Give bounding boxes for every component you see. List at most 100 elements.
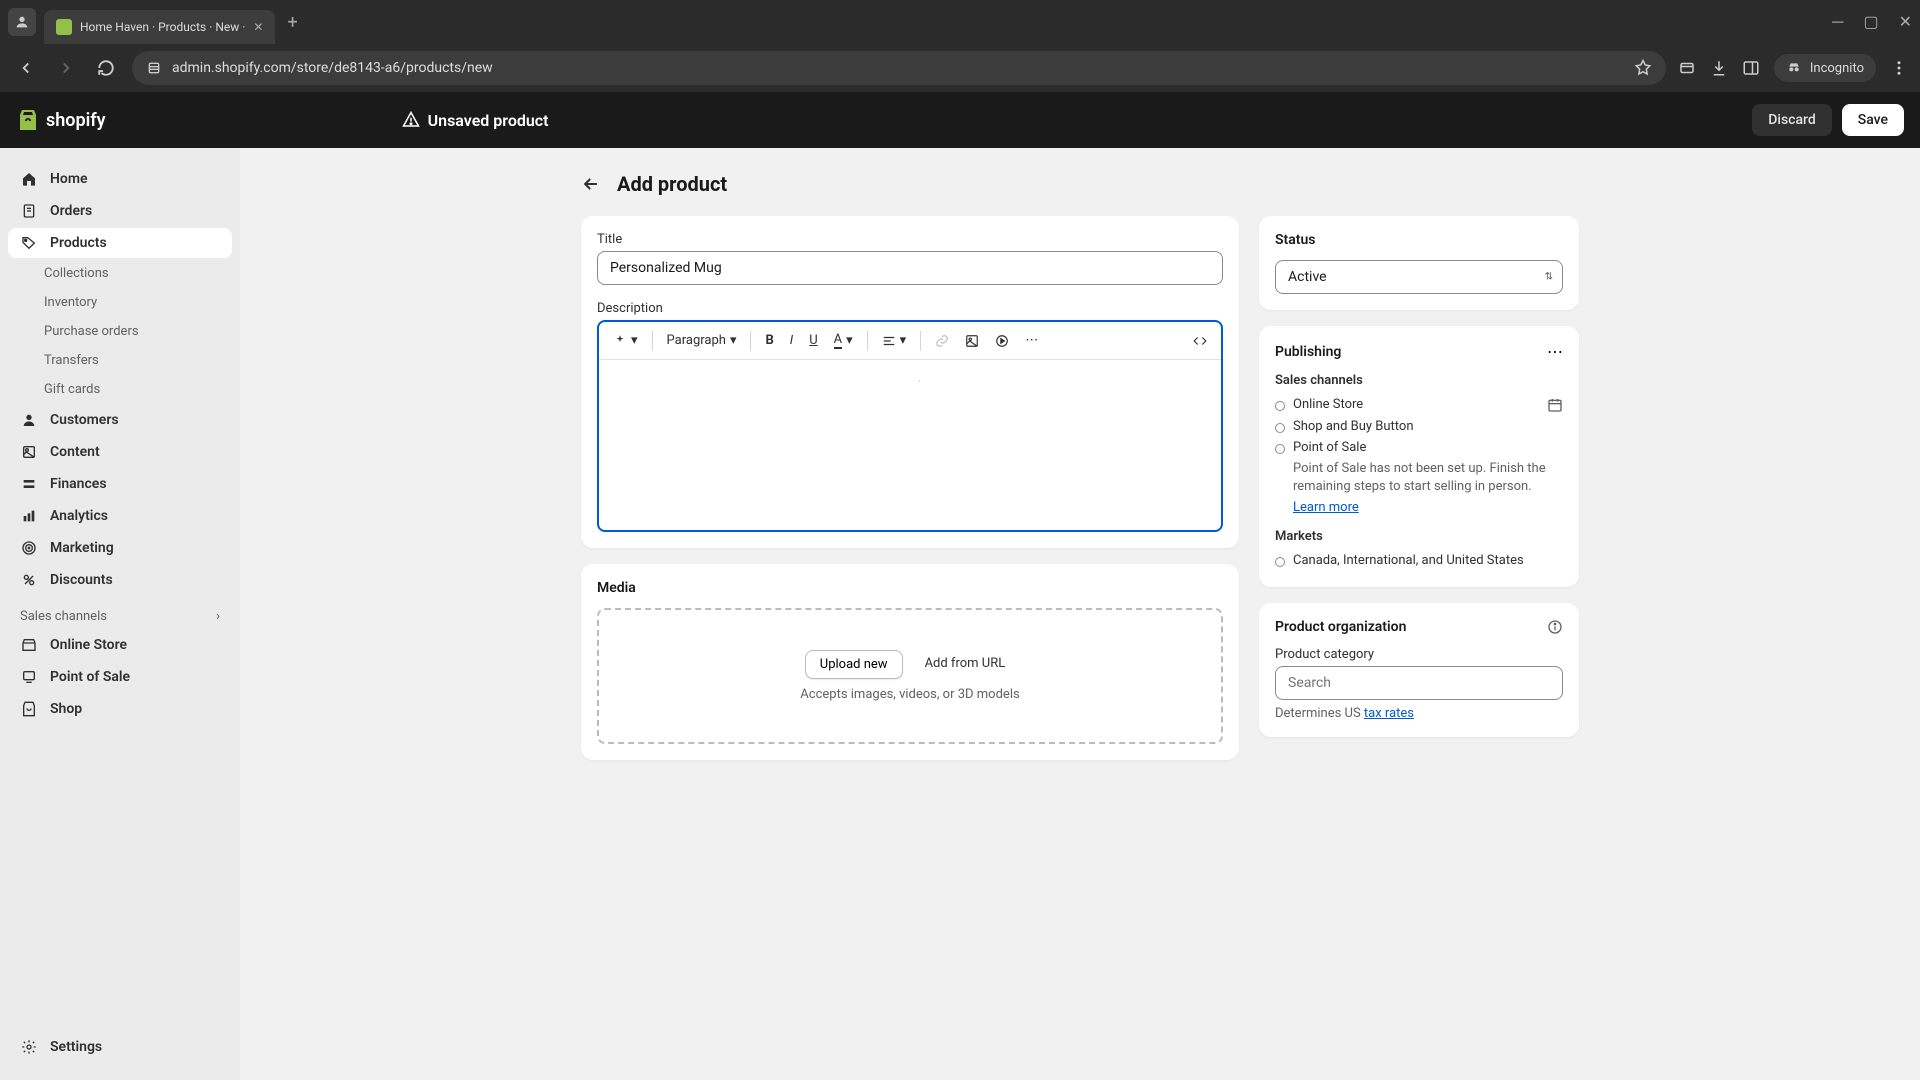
more-actions-icon[interactable]: ⋯ <box>1547 342 1563 361</box>
publishing-heading: Publishing <box>1275 344 1341 360</box>
sidebar-item-home[interactable]: Home <box>8 164 232 194</box>
browser-tab[interactable]: Home Haven · Products · New · ✕ <box>44 10 275 44</box>
sidebar-item-discounts[interactable]: Discounts <box>8 565 232 595</box>
add-from-url-link[interactable]: Add from URL <box>915 650 1016 679</box>
logo-text: shopify <box>46 110 106 131</box>
card-media: Media Upload new Add from URL Accepts im… <box>581 564 1239 760</box>
code-view-button[interactable] <box>1187 330 1213 352</box>
sidebar-item-gift-cards[interactable]: Gift cards <box>8 376 232 403</box>
chevron-right-icon[interactable]: › <box>216 609 220 624</box>
shopify-logo[interactable]: shopify <box>16 108 106 132</box>
italic-button[interactable]: I <box>784 329 799 352</box>
underline-button[interactable]: U <box>803 329 823 352</box>
save-button[interactable]: Save <box>1842 104 1904 136</box>
online-store-icon <box>20 636 38 654</box>
sidebar-item-marketing[interactable]: Marketing <box>8 533 232 563</box>
tax-hint: Determines US tax rates <box>1275 706 1563 721</box>
link-button[interactable] <box>929 330 955 352</box>
text-color-button[interactable]: A ▾ <box>828 328 859 353</box>
nav-label: Sales channels <box>20 609 107 624</box>
page-title: Add product <box>617 172 727 196</box>
description-textarea[interactable] <box>599 360 1221 530</box>
marketing-icon <box>20 539 38 557</box>
learn-more-link[interactable]: Learn more <box>1293 500 1359 515</box>
nav-label: Transfers <box>44 353 99 368</box>
app-header: shopify Unsaved product Discard Save <box>0 92 1920 148</box>
text-cursor-icon <box>919 372 920 390</box>
chevron-down-icon: ▾ <box>900 333 907 348</box>
new-tab-button[interactable]: + <box>287 12 297 33</box>
align-button[interactable]: ▾ <box>876 329 913 352</box>
gear-icon <box>20 1038 38 1056</box>
incognito-badge[interactable]: Incognito <box>1774 54 1876 82</box>
sidebar-item-orders[interactable]: Orders <box>8 196 232 226</box>
divider <box>920 331 921 351</box>
tax-rates-link[interactable]: tax rates <box>1364 706 1414 721</box>
upload-new-button[interactable]: Upload new <box>805 650 903 679</box>
close-window-icon[interactable]: ✕ <box>1899 12 1912 32</box>
maximize-icon[interactable]: ▢ <box>1863 12 1878 32</box>
sidebar-item-inventory[interactable]: Inventory <box>8 289 232 316</box>
sidebar-item-content[interactable]: Content <box>8 437 232 467</box>
info-icon[interactable] <box>1547 619 1563 635</box>
ai-sparkle-button[interactable]: ▾ <box>607 329 644 352</box>
sidebar-item-finances[interactable]: Finances <box>8 469 232 499</box>
analytics-icon <box>20 507 38 525</box>
incognito-icon <box>1786 60 1802 76</box>
sidebar-item-settings[interactable]: Settings <box>8 1032 232 1062</box>
rte-toolbar: ▾ Paragraph ▾ B I U A ▾ ▾ <box>599 322 1221 360</box>
discard-button[interactable]: Discard <box>1752 104 1831 136</box>
extension-icon[interactable] <box>1678 59 1696 77</box>
panel-icon[interactable] <box>1742 59 1760 77</box>
url-input[interactable]: admin.shopify.com/store/de8143-a6/produc… <box>132 51 1666 85</box>
divider <box>867 331 868 351</box>
paragraph-dropdown[interactable]: Paragraph ▾ <box>661 329 743 352</box>
image-button[interactable] <box>959 330 985 352</box>
content-grid: Title Description ▾ Paragraph ▾ B I <box>581 216 1579 760</box>
schedule-icon[interactable] <box>1547 397 1563 413</box>
bookmark-star-icon[interactable] <box>1634 59 1652 77</box>
markets-section: Markets Canada, International, and Unite… <box>1275 529 1563 571</box>
media-hint: Accepts images, videos, or 3D models <box>619 687 1201 702</box>
download-icon[interactable] <box>1710 59 1728 77</box>
video-button[interactable] <box>989 330 1015 352</box>
back-arrow-icon[interactable] <box>581 174 601 194</box>
sidebar-item-online-store[interactable]: Online Store <box>8 630 232 660</box>
profile-icon[interactable] <box>8 8 36 36</box>
media-dropzone[interactable]: Upload new Add from URL Accepts images, … <box>597 608 1223 744</box>
sidebar-item-shop[interactable]: Shop <box>8 694 232 724</box>
kebab-menu-icon[interactable] <box>1890 59 1908 77</box>
sidebar-item-products[interactable]: Products <box>8 228 232 258</box>
description-label: Description <box>597 301 1223 316</box>
forward-button[interactable] <box>52 54 80 82</box>
url-text: admin.shopify.com/store/de8143-a6/produc… <box>172 60 493 76</box>
site-settings-icon[interactable] <box>146 60 162 76</box>
reload-button[interactable] <box>92 54 120 82</box>
channel-label: Shop and Buy Button <box>1293 419 1414 434</box>
header-status: Unsaved product <box>402 111 549 130</box>
nav-label: Collections <box>44 266 109 281</box>
title-input[interactable] <box>597 251 1223 285</box>
nav-label: Marketing <box>50 540 114 556</box>
back-button[interactable] <box>12 54 40 82</box>
sidebar-item-transfers[interactable]: Transfers <box>8 347 232 374</box>
sidebar-item-purchase-orders[interactable]: Purchase orders <box>8 318 232 345</box>
minimize-icon[interactable]: ─ <box>1832 12 1843 32</box>
more-button[interactable]: ⋯ <box>1019 329 1044 352</box>
status-text: Unsaved product <box>428 111 549 130</box>
sidebar-item-pos[interactable]: Point of Sale <box>8 662 232 692</box>
tab-close-icon[interactable]: ✕ <box>253 20 263 34</box>
sidebar-item-collections[interactable]: Collections <box>8 260 232 287</box>
category-search-input[interactable] <box>1275 666 1563 700</box>
sidebar-item-analytics[interactable]: Analytics <box>8 501 232 531</box>
markets-value: Canada, International, and United States <box>1293 553 1524 568</box>
card-organization: Product organization Product category De… <box>1259 603 1579 737</box>
channel-status-dot <box>1275 557 1285 567</box>
sidebar-item-customers[interactable]: Customers <box>8 405 232 435</box>
divider <box>652 331 653 351</box>
bold-button[interactable]: B <box>759 329 779 352</box>
status-select[interactable]: Active <box>1275 260 1563 294</box>
channel-status-dot <box>1275 401 1285 411</box>
products-icon <box>20 234 38 252</box>
channel-status-dot <box>1275 444 1285 454</box>
